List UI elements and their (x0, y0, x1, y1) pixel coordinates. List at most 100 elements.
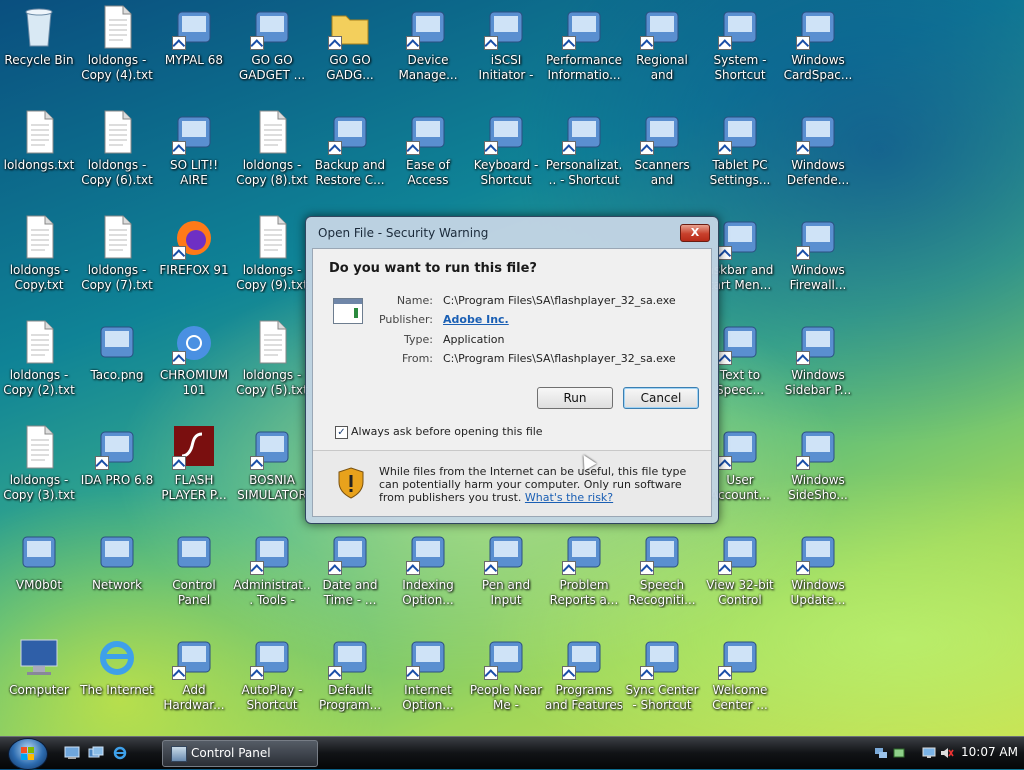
clock[interactable]: 10:07 AM (961, 745, 1018, 759)
desktop-icon[interactable]: People Near Me - Shortcut (467, 630, 545, 732)
switch-windows-icon[interactable] (88, 746, 104, 760)
desktop-icon[interactable]: System - Shortcut (701, 0, 779, 102)
volume-muted-icon[interactable] (940, 746, 954, 760)
desktop-icon[interactable]: The Internet (78, 630, 156, 732)
shortcut-arrow-icon (484, 666, 498, 680)
dialog-question: Do you want to run this file? (329, 261, 537, 276)
desktop-icon[interactable]: FIREFOX 91 (155, 210, 233, 312)
desktop-icon[interactable]: Programs and Features - S... (545, 630, 623, 732)
network-tray-icon[interactable] (874, 746, 888, 760)
shortcut-arrow-icon (562, 36, 576, 50)
run-button[interactable]: Run (537, 387, 613, 409)
desktop-icon-label: View 32-bit Control Pan... (706, 578, 774, 607)
desktop-icon[interactable]: Keyboard - Shortcut (467, 105, 545, 207)
desktop-icon[interactable]: loldongs.txt (0, 105, 78, 207)
shortcut-arrow-icon (328, 666, 342, 680)
desktop-icon[interactable]: loldongs - Copy (2).txt (0, 315, 78, 417)
desktop-icon[interactable]: Date and Time - ... (311, 525, 389, 627)
desktop-icon[interactable]: MYPAL 68 (155, 0, 233, 102)
desktop-icon[interactable]: Welcome Center ... (701, 630, 779, 732)
desktop-icon[interactable]: loldongs - Copy (4).txt (78, 0, 156, 102)
desktop-icon[interactable]: Speech Recogniti... (623, 525, 701, 627)
desktop-icon[interactable]: SO LIT!! AIRE (155, 105, 233, 207)
desktop-icon[interactable]: View 32-bit Control Pan... (701, 525, 779, 627)
desktop-icon[interactable]: GO GO GADGET ... (233, 0, 311, 102)
taskbar-button-control-panel[interactable]: Control Panel (162, 740, 318, 767)
desktop-icon[interactable]: Sync Center - Shortcut (623, 630, 701, 732)
shortcut-arrow-icon (172, 36, 186, 50)
dialog-title-bar[interactable]: Open File - Security Warning X (306, 217, 718, 247)
desktop-icon[interactable]: loldongs - Copy (6).txt (78, 105, 156, 207)
shortcut-arrow-icon (250, 456, 264, 470)
desktop-icon[interactable]: FLASH PLAYER P... (155, 420, 233, 522)
desktop-icon[interactable]: Recycle Bin (0, 0, 78, 102)
desktop-icon[interactable]: Pen and Input Devices - Sh... (467, 525, 545, 627)
desktop-icon[interactable]: loldongs - Copy (7).txt (78, 210, 156, 312)
desktop-icon[interactable]: CHROMIUM 101 (155, 315, 233, 417)
publisher-link[interactable]: Adobe Inc. (443, 313, 509, 326)
desktop-icon[interactable]: Personalizat... - Shortcut (545, 105, 623, 207)
desktop-icon[interactable]: loldongs - Copy.txt (0, 210, 78, 312)
desktop-icon-label: loldongs - Copy (3).txt (3, 473, 75, 502)
desktop-icon[interactable]: AutoPlay - Shortcut (233, 630, 311, 732)
desktop-icon-label: loldongs - Copy (6).txt (81, 158, 153, 187)
desktop-icon[interactable]: Scanners and Cameras - ... (623, 105, 701, 207)
close-button[interactable]: X (680, 224, 710, 242)
desktop-icon[interactable]: Control Panel (155, 525, 233, 627)
desktop-icon[interactable]: Tablet PC Settings... (701, 105, 779, 207)
desktop-icon[interactable]: Windows CardSpac... (779, 0, 857, 102)
shortcut-arrow-icon (172, 141, 186, 155)
desktop-icon[interactable]: Regional and Language ... (623, 0, 701, 102)
desktop-icon[interactable]: Backup and Restore C... (311, 105, 389, 207)
desktop-icon[interactable]: loldongs - Copy (9).txt (233, 210, 311, 312)
whats-the-risk-link[interactable]: What's the risk? (525, 491, 613, 504)
desktop-icon[interactable]: Performance Informatio... (545, 0, 623, 102)
text-file-icon (259, 110, 287, 154)
desktop-icon-label: Personalizat... - Shortcut (545, 158, 623, 187)
desktop-icon[interactable]: Ease of Access Cent... (389, 105, 467, 207)
internet-explorer-quicklaunch-icon[interactable] (112, 746, 128, 760)
desktop-icon[interactable]: Windows SideSho... (779, 420, 857, 522)
desktop-icon[interactable]: BOSNIA SIMULATOR (233, 420, 311, 522)
type-row: Type: Application (353, 333, 693, 349)
desktop-icon[interactable]: GO GO GADG... (311, 0, 389, 102)
always-ask-label[interactable]: Always ask before opening this file (351, 425, 543, 438)
control-panel-task-icon (171, 746, 187, 762)
shortcut-arrow-icon (640, 36, 654, 50)
dialog-body: Do you want to run this file? Name: C:\P… (312, 248, 712, 517)
desktop-icon[interactable]: Windows Update... (779, 525, 857, 627)
desktop-icon[interactable]: loldongs - Copy (3).txt (0, 420, 78, 522)
name-value: C:\Program Files\SA\flashplayer_32_sa.ex… (443, 294, 676, 307)
display-tray-icon[interactable] (922, 746, 936, 760)
desktop-icon-label: Recycle Bin (4, 53, 74, 67)
safely-remove-tray-icon[interactable] (892, 746, 906, 760)
desktop-icon-label: Indexing Option... (402, 578, 454, 607)
desktop-icon[interactable]: Computer (0, 630, 78, 732)
desktop-icon[interactable]: loldongs - Copy (8).txt (233, 105, 311, 207)
desktop-icon[interactable]: Default Program... (311, 630, 389, 732)
desktop-icon[interactable]: Taco.png (78, 315, 156, 417)
desktop-icon[interactable]: iSCSI Initiator - Shortcut (467, 0, 545, 102)
always-ask-checkbox[interactable]: ✓ (335, 426, 348, 439)
start-button[interactable] (8, 738, 48, 770)
desktop-icon-label: Computer (9, 683, 69, 697)
desktop-icon[interactable]: Device Manage... (389, 0, 467, 102)
desktop-icon[interactable]: Internet Option... (389, 630, 467, 732)
desktop-icon[interactable]: Windows Sidebar P... (779, 315, 857, 417)
shortcut-arrow-icon (406, 666, 420, 680)
desktop-icon[interactable]: Add Hardwar... (155, 630, 233, 732)
desktop-icon-label: AutoPlay - Shortcut (241, 683, 303, 712)
cancel-button[interactable]: Cancel (623, 387, 699, 409)
desktop-icon-label: Add Hardwar... (163, 683, 225, 712)
desktop-icon[interactable]: Windows Firewall... (779, 210, 857, 312)
desktop-icon[interactable]: IDA PRO 6.8 (78, 420, 156, 522)
desktop-icon[interactable]: loldongs - Copy (5).txt (233, 315, 311, 417)
desktop-icon[interactable]: Administrat... Tools - Sho... (233, 525, 311, 627)
desktop-icon[interactable]: Problem Reports a... (545, 525, 623, 627)
desktop-icon[interactable]: VM0b0t (0, 525, 78, 627)
desktop-icon[interactable]: Windows Defende... (779, 105, 857, 207)
desktop-icon[interactable]: Indexing Option... (389, 525, 467, 627)
desktop-icon[interactable]: Network (78, 525, 156, 627)
shortcut-arrow-icon (718, 456, 732, 470)
show-desktop-icon[interactable] (64, 746, 80, 760)
